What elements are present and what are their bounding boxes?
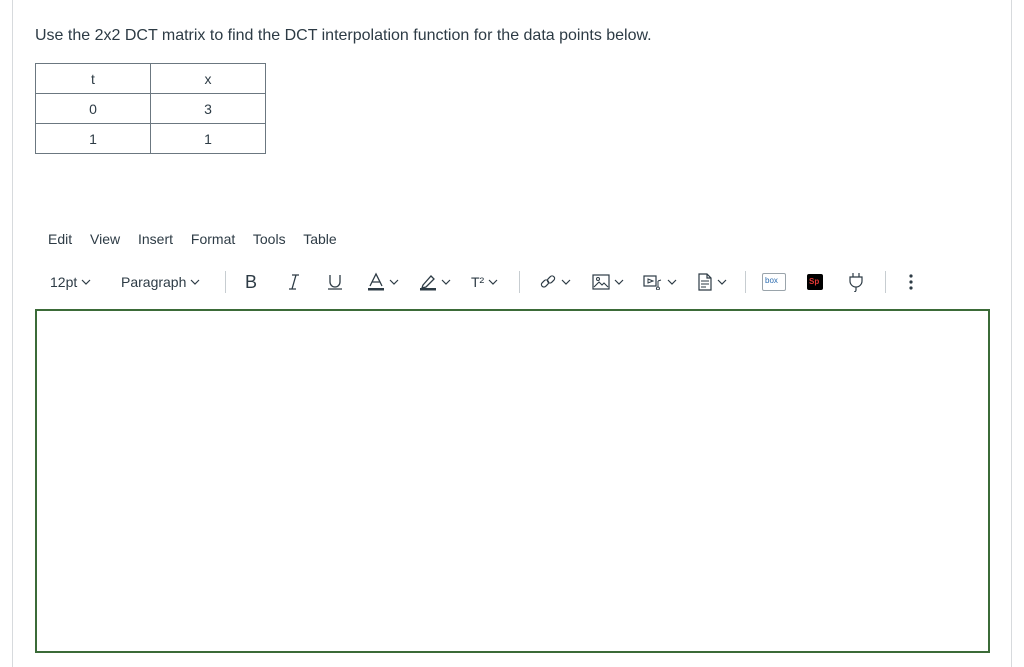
table-cell: 1 xyxy=(150,123,266,154)
bold-button[interactable]: B xyxy=(244,267,260,297)
italic-icon xyxy=(287,273,301,291)
chevron-down-icon xyxy=(667,279,677,285)
question-text: Use the 2x2 DCT matrix to find the DCT i… xyxy=(35,27,652,44)
block-format-value: Paragraph xyxy=(121,274,187,290)
highlight-icon xyxy=(419,272,437,292)
chevron-down-icon xyxy=(190,279,200,285)
chevron-down-icon xyxy=(81,279,91,285)
table-header-cell: x xyxy=(150,63,266,94)
content-frame-left-border xyxy=(12,0,13,667)
table-row: 0 3 xyxy=(35,93,266,124)
more-button[interactable] xyxy=(908,267,914,297)
table-cell: 3 xyxy=(150,93,266,124)
menu-format[interactable]: Format xyxy=(191,231,235,247)
chevron-down-icon xyxy=(488,279,498,285)
svg-text:B: B xyxy=(245,273,257,291)
chevron-down-icon xyxy=(441,279,451,285)
data-points-table: t x 0 3 1 1 xyxy=(35,63,266,154)
bold-icon: B xyxy=(244,273,260,291)
box-icon: box xyxy=(762,273,786,291)
rich-text-editor-area[interactable] xyxy=(35,309,990,653)
link-button[interactable] xyxy=(539,267,571,297)
content-frame-right-border xyxy=(1011,0,1012,667)
chevron-down-icon xyxy=(389,279,399,285)
box-icon-label: box xyxy=(765,276,778,285)
document-button[interactable] xyxy=(697,267,727,297)
chevron-down-icon xyxy=(717,279,727,285)
sp-app-button[interactable]: Sp xyxy=(807,267,823,297)
table-row: 1 1 xyxy=(35,123,266,154)
document-icon xyxy=(697,273,713,291)
font-size-select[interactable]: 12pt xyxy=(50,267,91,297)
toolbar-divider xyxy=(225,271,226,293)
toolbar-divider xyxy=(885,271,886,293)
table-header-row: t x xyxy=(35,63,266,94)
text-color-icon xyxy=(367,272,385,292)
link-icon xyxy=(539,273,557,291)
menu-edit[interactable]: Edit xyxy=(48,231,72,247)
table-cell: 0 xyxy=(35,93,151,124)
superscript-button[interactable]: T² xyxy=(471,267,498,297)
more-icon xyxy=(908,273,914,291)
plugin-icon xyxy=(847,272,865,292)
box-button[interactable]: box xyxy=(762,267,786,297)
media-icon xyxy=(643,274,663,290)
sp-app-icon: Sp xyxy=(807,274,823,290)
toolbar-divider xyxy=(519,271,520,293)
menu-table[interactable]: Table xyxy=(303,231,336,247)
image-button[interactable] xyxy=(592,267,624,297)
image-icon xyxy=(592,274,610,290)
superscript-icon: T² xyxy=(471,274,485,290)
chevron-down-icon xyxy=(561,279,571,285)
plugin-button[interactable] xyxy=(847,267,865,297)
sp-app-label: Sp xyxy=(809,277,820,286)
block-format-select[interactable]: Paragraph xyxy=(121,267,200,297)
italic-button[interactable] xyxy=(287,267,301,297)
text-color-button[interactable] xyxy=(367,267,399,297)
highlight-button[interactable] xyxy=(419,267,451,297)
table-cell: 1 xyxy=(35,123,151,154)
underline-button[interactable] xyxy=(327,267,343,297)
menu-tools[interactable]: Tools xyxy=(253,231,286,247)
menu-insert[interactable]: Insert xyxy=(138,231,173,247)
chevron-down-icon xyxy=(614,279,624,285)
menu-view[interactable]: View xyxy=(90,231,120,247)
editor-toolbar: 12pt Paragraph B T² box Sp xyxy=(40,267,1000,297)
table-header-cell: t xyxy=(35,63,151,94)
underline-icon xyxy=(327,273,343,291)
media-button[interactable] xyxy=(643,267,677,297)
font-size-value: 12pt xyxy=(50,274,78,290)
toolbar-divider xyxy=(745,271,746,293)
editor-menubar: Edit View Insert Format Tools Table xyxy=(48,231,351,247)
